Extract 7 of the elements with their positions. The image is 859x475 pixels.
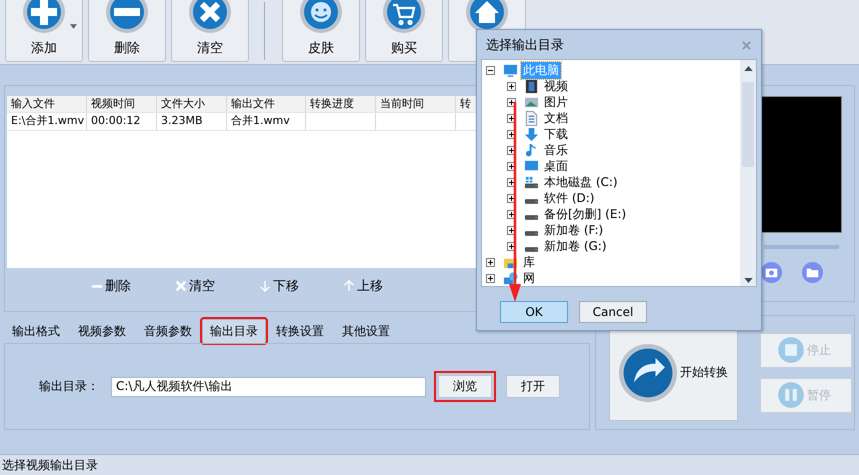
table-cell: 3.23MB — [157, 113, 227, 130]
table-cell: 00:00:12 — [87, 113, 157, 130]
output-dir-label: 输出目录： — [39, 378, 99, 396]
status-bar: 选择视频输出目录 — [0, 454, 859, 475]
table-cell: E:\合并1.wmv — [7, 113, 87, 130]
table-cell: 合并1.wmv — [227, 113, 306, 130]
dialog-title: 选择输出目录 — [486, 37, 564, 54]
